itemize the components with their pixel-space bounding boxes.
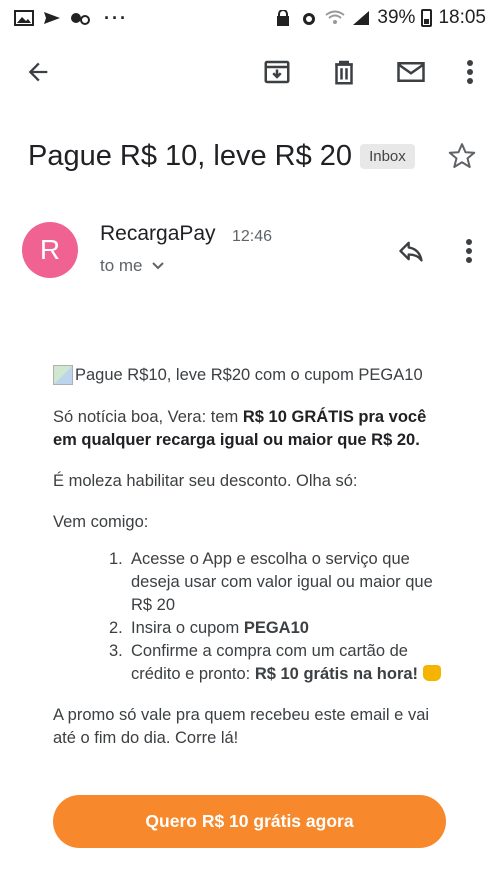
notification-icons: ··· <box>14 8 128 29</box>
step-text-wrap: Insira o cupom PEGA10 <box>131 617 309 640</box>
battery-icon <box>421 9 433 27</box>
inbox-label[interactable]: Inbox <box>360 143 415 169</box>
archive-icon <box>264 60 290 84</box>
list-item: 1. Acesse o App e escolha o serviço que … <box>109 548 453 617</box>
sender-name: RecargaPay <box>100 222 216 245</box>
sent-time: 12:46 <box>232 228 273 245</box>
back-button[interactable] <box>16 50 60 94</box>
recipient-label: to me <box>100 256 143 275</box>
step-text-wrap: Confirme a compra com um cartão de crédi… <box>131 640 453 686</box>
delete-icon <box>335 60 353 85</box>
step-highlight: R$ 10 grátis na hora! <box>254 665 419 683</box>
mail-icon <box>397 62 425 82</box>
more-options-button[interactable] <box>448 50 492 94</box>
reply-icon <box>399 241 423 262</box>
step-text: Insira o cupom <box>131 619 244 637</box>
list-item: 2. Insira o cupom PEGA10 <box>109 617 453 640</box>
sender-avatar[interactable]: R <box>22 222 78 278</box>
send-notification-icon <box>44 12 60 24</box>
cta-button[interactable]: Quero R$ 10 grátis agora <box>53 795 446 848</box>
step-number: 1. <box>109 550 123 568</box>
step-number: 3. <box>109 642 123 660</box>
closing-paragraph: A promo só vale pra quem recebeu este em… <box>53 706 430 747</box>
step-text: Acesse o App e escolha o serviço que des… <box>131 550 433 614</box>
system-icons: 39% 18:05 <box>273 7 486 29</box>
greeting-paragraph: Só notícia boa, Vera: tem R$ 10 GRÁTIS p… <box>53 406 453 452</box>
recipient-details-toggle[interactable]: to me <box>100 256 165 276</box>
celebration-emoji-icon <box>422 665 441 681</box>
email-subject: Pague R$ 10, leve R$ 20 <box>28 139 353 172</box>
clock: 18:05 <box>438 7 486 28</box>
coupon-code: PEGA10 <box>243 619 309 637</box>
more-vert-icon <box>467 60 473 84</box>
message-more-button[interactable] <box>451 231 487 271</box>
hero-image-alt: Pague R$10, leve R$20 com o cupom PEGA10 <box>75 365 423 384</box>
email-body: Pague R$10, leve R$20 com o cupom PEGA10… <box>53 362 453 750</box>
lead-paragraph: Vem comigo: <box>53 513 149 531</box>
subject-row: Pague R$ 10, leve R$ 20 Inbox <box>28 134 488 178</box>
battery-percent: 39% <box>377 7 416 28</box>
gallery-notification-icon <box>14 10 34 26</box>
intro-paragraph: É moleza habilitar seu desconto. Olha só… <box>53 472 358 490</box>
wifi-icon <box>325 10 346 24</box>
reply-button[interactable] <box>391 231 431 271</box>
back-arrow-icon <box>28 62 48 82</box>
app-bar <box>0 44 500 100</box>
hero-image[interactable]: Pague R$10, leve R$20 com o cupom PEGA10 <box>53 362 453 388</box>
status-bar: ··· 39% 18:05 <box>0 0 500 36</box>
mark-unread-button[interactable] <box>389 50 433 94</box>
step-number: 2. <box>109 619 123 637</box>
archive-button[interactable] <box>255 50 299 94</box>
greeting-text: Só notícia boa, Vera: tem <box>53 408 243 426</box>
broken-image-icon <box>53 365 73 385</box>
more-notifications: ··· <box>104 7 128 28</box>
steps-list: 1. Acesse o App e escolha o serviço que … <box>53 548 453 686</box>
delete-button[interactable] <box>322 50 366 94</box>
chevron-down-icon <box>151 262 164 270</box>
star-outline-icon <box>448 143 476 168</box>
star-button[interactable] <box>444 138 480 174</box>
signal-icon <box>353 11 370 25</box>
lock-icon <box>277 10 290 26</box>
more-vert-icon <box>466 239 472 263</box>
app-notification-icon <box>71 13 90 25</box>
alarm-icon <box>303 13 316 25</box>
list-item: 3. Confirme a compra com um cartão de cr… <box>109 640 453 686</box>
